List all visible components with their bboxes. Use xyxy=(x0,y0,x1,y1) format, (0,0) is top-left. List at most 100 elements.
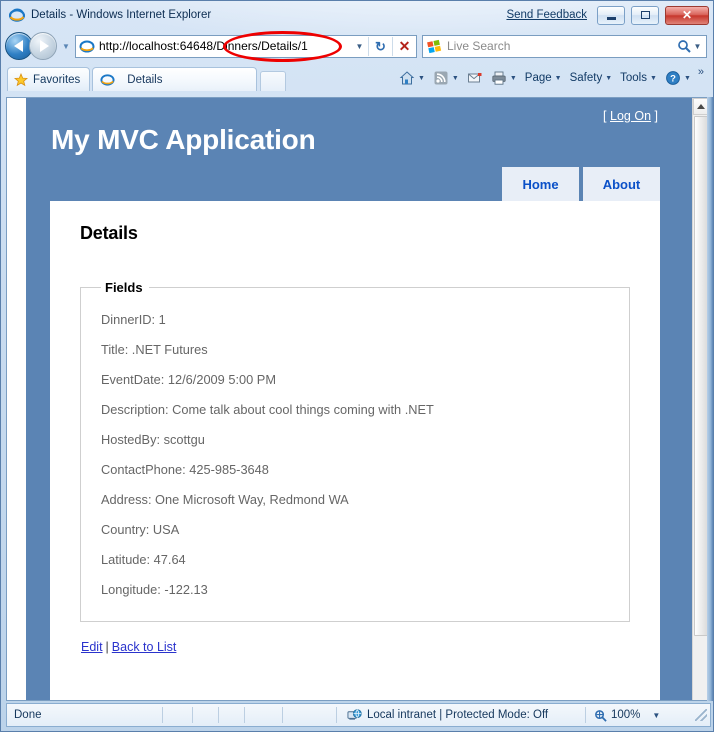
browser-tab-label: Details xyxy=(127,73,163,86)
page-viewport: [ Log On ] My MVC Application Home About… xyxy=(6,97,709,701)
page-favicon-icon xyxy=(79,38,95,54)
chevron-down-icon[interactable]: ▼ xyxy=(605,75,612,82)
search-icon[interactable] xyxy=(676,39,691,54)
chevron-down-icon[interactable]: ▼ xyxy=(510,75,517,82)
fields-fieldset: Fields DinnerID: 1 Title: .NET Futures E… xyxy=(80,280,630,622)
help-menu[interactable]: ? ▼ xyxy=(661,67,695,89)
safety-menu[interactable]: Safety ▼ xyxy=(566,67,617,89)
status-divider xyxy=(162,707,192,723)
tools-menu-label: Tools xyxy=(620,72,647,84)
maximize-button[interactable] xyxy=(631,5,659,25)
tab-bar: Favorites Details ▼ ▼ ▼ Page ▼ Safety ▼ … xyxy=(1,63,713,91)
resize-grip[interactable] xyxy=(695,709,707,721)
field-address: Address: One Microsoft Way, Redmond WA xyxy=(101,492,349,507)
command-bar: ▼ ▼ ▼ Page ▼ Safety ▼ Tools ▼ ? ▼ » xyxy=(395,65,709,91)
browser-tab-details[interactable]: Details xyxy=(92,67,258,91)
intranet-zone-icon xyxy=(347,708,362,723)
chevron-down-icon[interactable]: ▼ xyxy=(684,75,691,82)
page-heading: Details xyxy=(80,223,138,243)
chevron-down-icon[interactable]: ▼ xyxy=(650,75,657,82)
status-divider xyxy=(218,707,244,723)
field-dinner-id: DinnerID: 1 xyxy=(101,312,166,327)
close-button[interactable]: ✕ xyxy=(665,5,709,25)
search-input-placeholder[interactable]: Live Search xyxy=(447,36,676,57)
chevron-down-icon[interactable]: ▼ xyxy=(452,75,459,82)
recent-pages-dropdown-icon[interactable]: ▼ xyxy=(59,42,73,51)
chevron-down-icon[interactable]: ▼ xyxy=(652,711,660,720)
edit-link[interactable]: Edit xyxy=(81,640,103,654)
fields-legend: Fields xyxy=(105,280,143,295)
nav-tab-about[interactable]: About xyxy=(583,167,660,201)
field-country: Country: USA xyxy=(101,522,180,537)
field-hosted-by: HostedBy: scottgu xyxy=(101,432,205,447)
help-question-icon: ? xyxy=(665,70,681,86)
site-navigation: Home About xyxy=(26,167,689,201)
nav-tab-home-label: Home xyxy=(522,176,559,192)
bracket-close: ] xyxy=(654,109,658,123)
svg-text:?: ? xyxy=(670,74,676,85)
field-longitude: Longitude: -122.13 xyxy=(101,582,208,597)
main-content: Details Fields DinnerID: 1 Title: .NET F… xyxy=(50,201,660,700)
zoom-level-label: 100% xyxy=(611,709,641,721)
tab-strip: Details xyxy=(92,67,287,91)
browser-window: Details - Windows Internet Explorer Send… xyxy=(0,0,714,732)
search-box[interactable]: Live Search ▼ xyxy=(422,34,707,58)
zoom-control[interactable]: 100% ▼ xyxy=(585,707,695,723)
forward-button[interactable] xyxy=(29,32,57,60)
logon-area: [ Log On ] xyxy=(603,109,658,123)
star-icon xyxy=(13,72,29,87)
minimize-button[interactable] xyxy=(597,5,625,25)
read-mail-button[interactable] xyxy=(463,67,487,89)
address-dropdown-icon[interactable]: ▼ xyxy=(351,36,368,57)
home-button[interactable]: ▼ xyxy=(395,67,429,89)
back-to-list-link[interactable]: Back to List xyxy=(112,640,177,654)
rss-feed-icon xyxy=(433,70,449,86)
log-on-link[interactable]: Log On xyxy=(610,109,651,123)
window-right-edge xyxy=(707,97,713,701)
address-bar[interactable]: http://localhost:64648/Dinners/Details/1… xyxy=(75,34,417,58)
feeds-button[interactable]: ▼ xyxy=(429,67,463,89)
send-feedback-link[interactable]: Send Feedback xyxy=(506,9,587,21)
title-bar: Details - Windows Internet Explorer Send… xyxy=(1,1,713,29)
scrollbar-thumb[interactable] xyxy=(694,116,708,636)
stop-icon[interactable]: ✕ xyxy=(393,36,416,57)
status-message: Done xyxy=(14,709,42,721)
field-latitude: Latitude: 47.64 xyxy=(101,552,186,567)
windows-search-provider-icon xyxy=(426,38,442,54)
internet-explorer-icon xyxy=(100,72,116,88)
favorites-button[interactable]: Favorites xyxy=(7,67,91,91)
field-title: Title: .NET Futures xyxy=(101,342,208,357)
security-zone[interactable]: Local intranet | Protected Mode: Off xyxy=(336,707,585,723)
link-separator: | xyxy=(105,640,109,654)
chevron-down-icon[interactable]: ▼ xyxy=(418,75,425,82)
internet-explorer-icon xyxy=(9,7,25,23)
address-input-value[interactable]: http://localhost:64648/Dinners/Details/1 xyxy=(99,36,351,57)
house-icon xyxy=(399,70,415,86)
page-menu[interactable]: Page ▼ xyxy=(521,67,566,89)
security-zone-label: Local intranet | Protected Mode: Off xyxy=(367,709,549,721)
chevron-down-icon[interactable]: ▼ xyxy=(555,75,562,82)
status-divider xyxy=(192,707,218,723)
field-event-date: EventDate: 12/6/2009 5:00 PM xyxy=(101,372,277,387)
mail-icon xyxy=(467,70,483,86)
web-page: [ Log On ] My MVC Application Home About… xyxy=(7,98,692,700)
action-links: Edit | Back to List xyxy=(80,640,630,654)
bracket-open: [ xyxy=(603,109,607,123)
zoom-magnifier-icon xyxy=(594,709,607,722)
navigation-bar: ▼ http://localhost:64648/Dinners/Details… xyxy=(1,29,713,63)
field-contact-phone: ContactPhone: 425-985-3648 xyxy=(101,462,269,477)
nav-tab-about-label: About xyxy=(602,176,641,192)
search-dropdown-icon[interactable]: ▼ xyxy=(691,42,704,51)
field-description: Description: Come talk about cool things… xyxy=(101,402,434,417)
window-title: Details - Windows Internet Explorer xyxy=(31,9,212,21)
nav-tab-home[interactable]: Home xyxy=(502,167,579,201)
print-button[interactable]: ▼ xyxy=(487,67,521,89)
status-divider xyxy=(282,707,336,723)
safety-menu-label: Safety xyxy=(569,72,603,84)
tools-menu[interactable]: Tools ▼ xyxy=(616,67,661,89)
new-tab-button[interactable] xyxy=(260,71,287,91)
status-divider xyxy=(244,707,282,723)
overflow-chevron-icon[interactable]: » xyxy=(695,66,707,78)
site-title: My MVC Application xyxy=(51,124,316,155)
refresh-icon[interactable]: ↻ xyxy=(369,36,392,57)
